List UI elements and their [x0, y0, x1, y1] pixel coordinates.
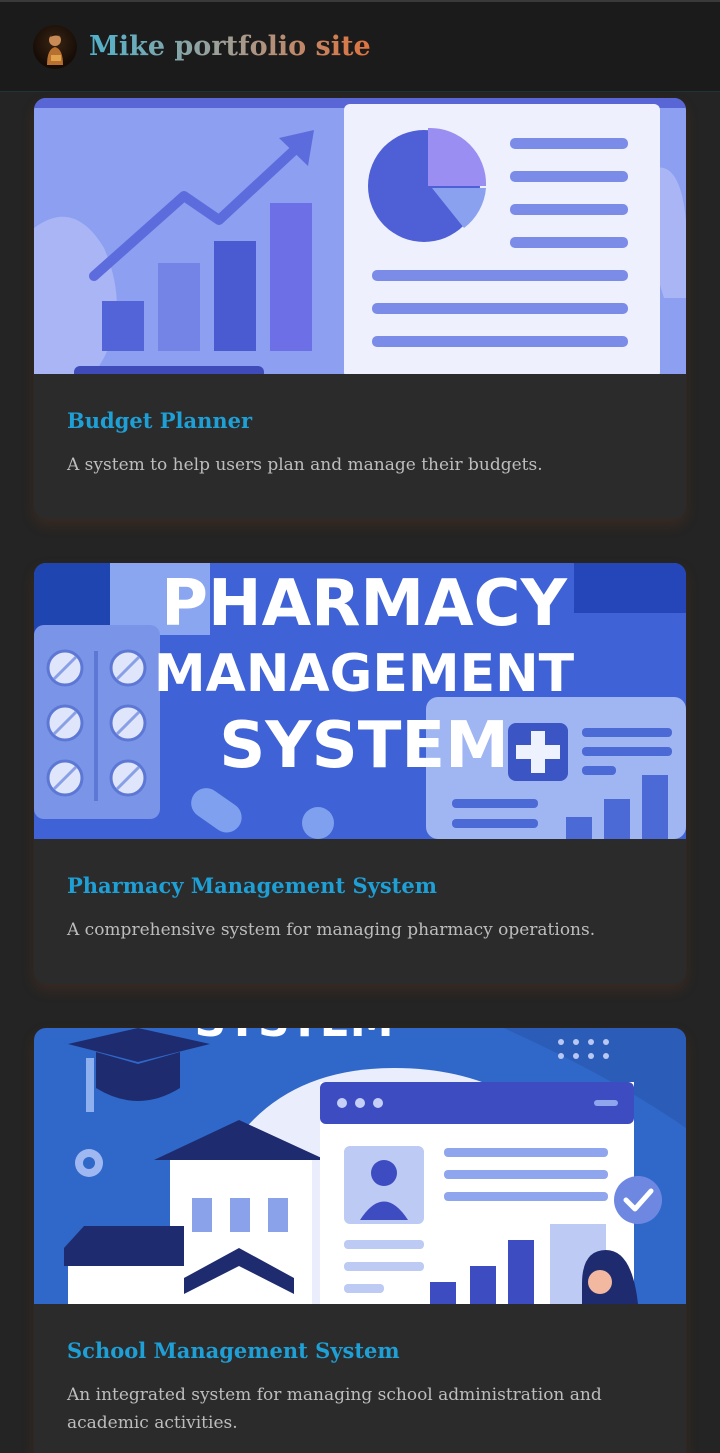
- avatar[interactable]: [33, 24, 77, 69]
- pharmacy-illustration: PHARMACY MANAGEMENT SYSTEM: [34, 563, 686, 839]
- top-navbar: Mike portfolio site: [0, 0, 720, 92]
- school-illustration: SYSTEM: [34, 1028, 686, 1304]
- person-avatar-icon: [47, 33, 63, 65]
- project-title[interactable]: Pharmacy Management System: [67, 871, 653, 901]
- project-description: An integrated system for managing school…: [67, 1385, 602, 1433]
- budget-chart-illustration: [34, 98, 686, 374]
- image-text-management: MANAGEMENT: [154, 644, 575, 704]
- project-card-budget-planner[interactable]: Budget Planner A system to help users pl…: [34, 98, 686, 519]
- project-card-school[interactable]: SYSTEM: [34, 1028, 686, 1453]
- project-description: A system to help users plan and manage t…: [67, 455, 543, 475]
- project-description: A comprehensive system for managing phar…: [67, 920, 596, 940]
- image-text-system: SYSTEM: [219, 709, 509, 783]
- image-text-system: SYSTEM: [194, 1028, 393, 1047]
- project-title[interactable]: Budget Planner: [67, 406, 653, 436]
- project-card-pharmacy[interactable]: PHARMACY MANAGEMENT SYSTEM Pharmacy Mana…: [34, 563, 686, 984]
- image-text-pharmacy: PHARMACY: [161, 567, 567, 641]
- site-title[interactable]: Mike portfolio site: [89, 31, 371, 62]
- project-title[interactable]: School Management System: [67, 1336, 653, 1366]
